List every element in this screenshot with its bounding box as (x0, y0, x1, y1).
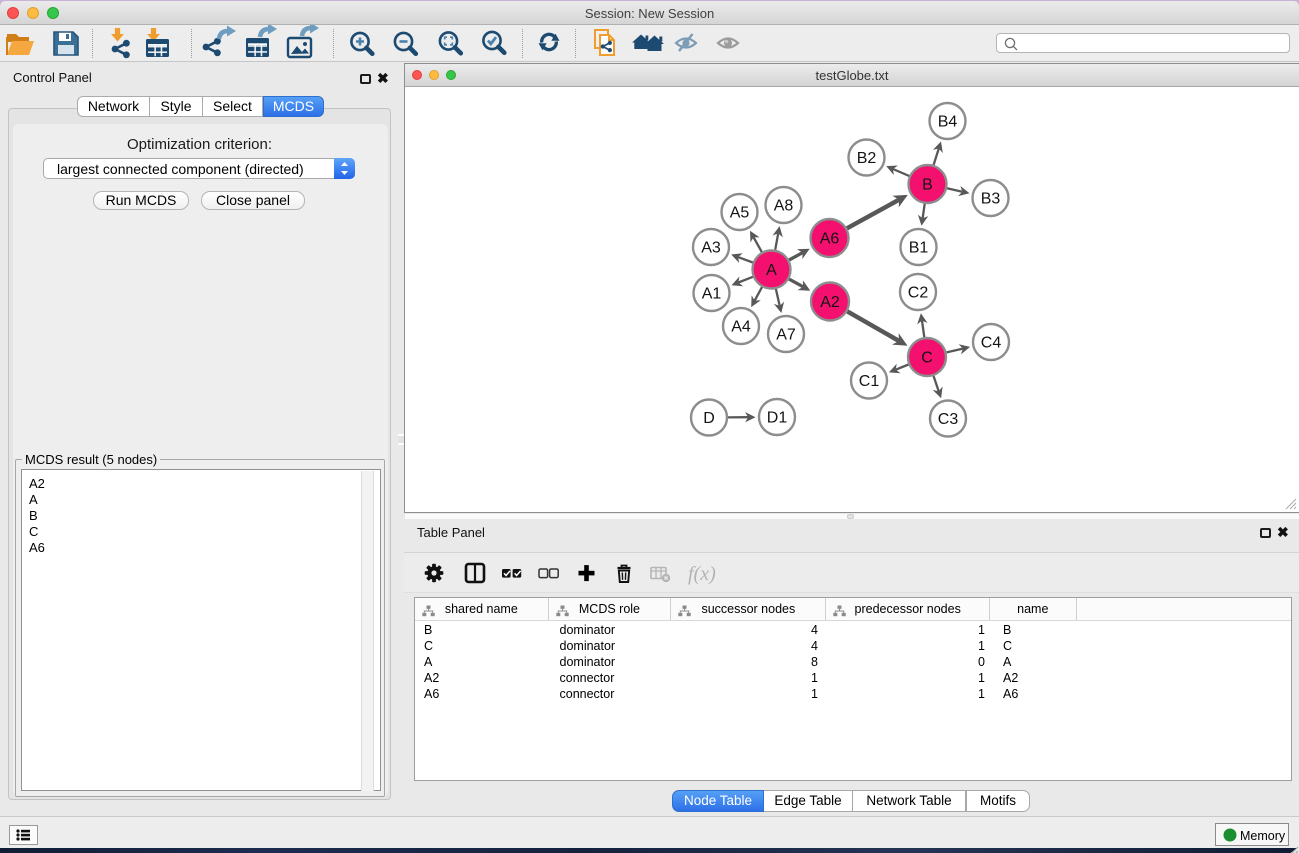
svg-text:B3: B3 (981, 191, 1001, 208)
svg-text:A1: A1 (702, 286, 722, 303)
svg-text:B1: B1 (909, 240, 929, 257)
svg-text:A8: A8 (774, 198, 794, 215)
svg-text:C1: C1 (859, 373, 880, 390)
svg-text:C: C (921, 350, 933, 367)
svg-text:C3: C3 (938, 411, 959, 428)
svg-text:A2: A2 (820, 294, 840, 311)
svg-text:A7: A7 (776, 327, 796, 344)
svg-text:B4: B4 (938, 114, 958, 131)
svg-text:f(x): f(x) (688, 563, 716, 585)
svg-text:A3: A3 (701, 240, 721, 257)
svg-text:D1: D1 (767, 410, 788, 427)
svg-text:C2: C2 (908, 285, 929, 302)
svg-text:B2: B2 (857, 150, 877, 167)
svg-text:A6: A6 (820, 231, 840, 248)
svg-text:A: A (766, 262, 777, 279)
svg-text:B: B (922, 177, 933, 194)
svg-text:D: D (703, 410, 715, 427)
svg-text:C4: C4 (981, 335, 1002, 352)
svg-text:A5: A5 (730, 205, 750, 222)
svg-text:A4: A4 (731, 319, 751, 336)
